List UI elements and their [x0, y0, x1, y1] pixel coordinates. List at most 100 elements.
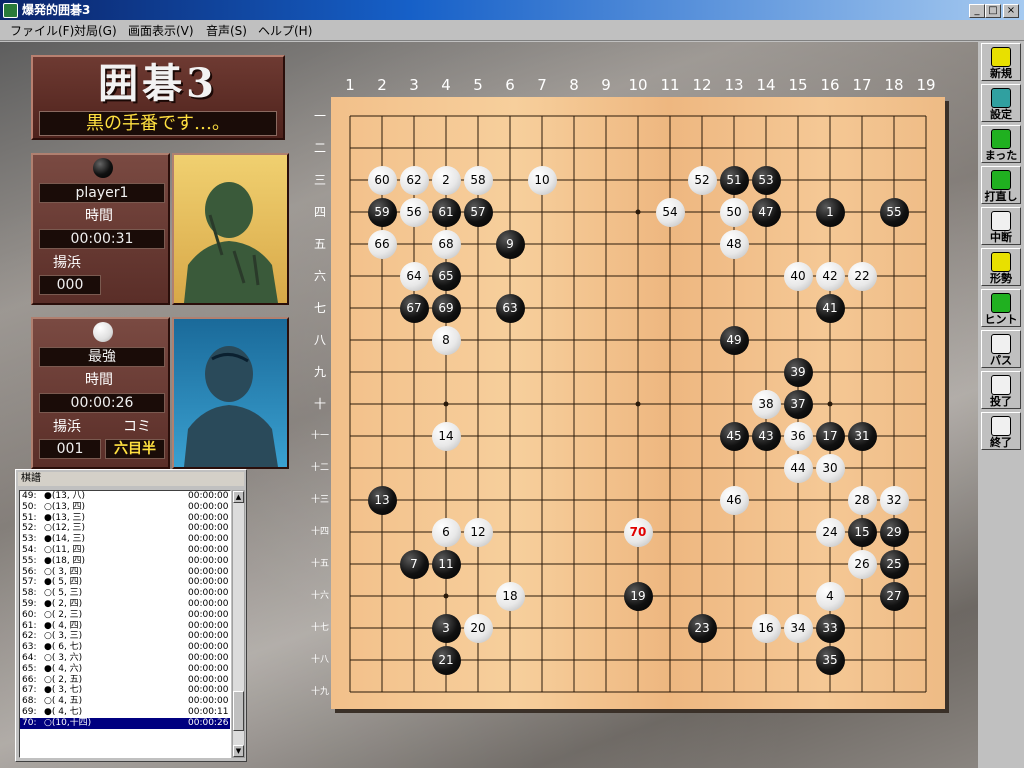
- hint-button[interactable]: ヒント: [981, 289, 1021, 327]
- black-stone: 45: [719, 421, 749, 451]
- kifu-row[interactable]: 55: ●(18, 四) 00:00:00: [20, 556, 230, 567]
- hand-icon: [991, 416, 1011, 436]
- scroll-up-icon[interactable]: ▲: [233, 491, 244, 503]
- black-stone: 41: [815, 293, 845, 323]
- settings-button[interactable]: 設定: [981, 84, 1021, 122]
- title-bar: 爆発的囲碁3 _ □ ×: [0, 0, 1024, 21]
- white-stone: 62: [399, 165, 429, 195]
- white-stone: 42: [815, 261, 845, 291]
- kifu-row[interactable]: 69: ●( 4, 七) 00:00:11: [20, 707, 230, 718]
- kifu-row[interactable]: 51: ●(13, 三) 00:00:00: [20, 513, 230, 524]
- black-stone: 51: [719, 165, 749, 195]
- white-stone: 46: [719, 485, 749, 515]
- kifu-row[interactable]: 62: ○( 3, 三) 00:00:00: [20, 631, 230, 642]
- menu-sound[interactable]: 音声(S): [206, 23, 247, 39]
- scroll-down-icon[interactable]: ▼: [233, 745, 244, 757]
- white-stone: 32: [879, 485, 909, 515]
- hint-label: ヒント: [984, 313, 1018, 326]
- white-player-portrait: [172, 317, 289, 469]
- kifu-row[interactable]: 49: ●(13, 八) 00:00:00: [20, 491, 230, 502]
- kifu-row[interactable]: 50: ○(13, 四) 00:00:00: [20, 502, 230, 513]
- board-icon: [991, 252, 1011, 272]
- white-stone: 38: [751, 389, 781, 419]
- pause-button[interactable]: 中断: [981, 207, 1021, 245]
- kifu-time: 00:00:00: [188, 642, 229, 653]
- menu-help[interactable]: ヘルプ(H): [258, 23, 312, 39]
- kifu-row[interactable]: 61: ●( 4, 四) 00:00:00: [20, 621, 230, 632]
- column-label: 2: [377, 76, 387, 94]
- quit-button[interactable]: 終了: [981, 412, 1021, 450]
- kifu-move: ●(18, 四): [44, 555, 86, 566]
- white-stone: 10: [527, 165, 557, 195]
- flag-icon: [991, 375, 1011, 395]
- star-point: [827, 401, 833, 407]
- row-label: 十三: [310, 495, 329, 505]
- quit-label: 終了: [990, 436, 1012, 449]
- kifu-row[interactable]: 67: ●( 3, 七) 00:00:00: [20, 685, 230, 696]
- kifu-title: 棋譜: [18, 472, 244, 486]
- row-label: 二: [313, 141, 326, 155]
- kifu-row[interactable]: 57: ●( 5, 四) 00:00:00: [20, 577, 230, 588]
- go-board[interactable]: 60 62 2 58 10 52 51 53 59 56 61 57 54 50 47 1 55 66 68 9 48 6…: [331, 97, 945, 709]
- kifu-row[interactable]: 65: ●( 4, 六) 00:00:00: [20, 664, 230, 675]
- redo-icon: [991, 170, 1011, 190]
- kifu-row[interactable]: 52: ○(12, 三) 00:00:00: [20, 523, 230, 534]
- kifu-row[interactable]: 63: ●( 6, 七) 00:00:00: [20, 642, 230, 653]
- app-icon[interactable]: [3, 3, 18, 18]
- white-captures-label: 揚浜: [53, 419, 81, 435]
- game-logo-panel: 囲碁3 黒の手番です…。: [31, 55, 285, 140]
- redo-button[interactable]: 打直し: [981, 166, 1021, 204]
- kifu-time: 00:00:00: [188, 577, 229, 588]
- column-label: 1: [345, 76, 355, 94]
- undo-button[interactable]: まった: [981, 125, 1021, 163]
- kifu-move: ●( 6, 七): [44, 642, 83, 653]
- resign-button[interactable]: 投了: [981, 371, 1021, 409]
- settings-icon: [991, 88, 1011, 108]
- kifu-time: 00:00:00: [188, 598, 229, 609]
- black-stone-icon: [93, 158, 113, 178]
- kifu-time: 00:00:00: [188, 674, 229, 685]
- kifu-scrollbar[interactable]: ▲ ▼: [232, 490, 245, 758]
- scroll-thumb[interactable]: [233, 691, 244, 731]
- kifu-row[interactable]: 68: ○( 4, 五) 00:00:00: [20, 696, 230, 707]
- menu-game[interactable]: 対局(G): [74, 23, 117, 39]
- black-stone: 23: [687, 613, 717, 643]
- kifu-time: 00:00:00: [188, 588, 229, 599]
- column-label: 17: [852, 76, 872, 94]
- white-stone: 36: [783, 421, 813, 451]
- black-stone: 21: [431, 645, 461, 675]
- white-stone: 4: [815, 581, 845, 611]
- kifu-move: ○(13, 四): [44, 501, 86, 512]
- kifu-num: 70:: [22, 717, 37, 728]
- kifu-row[interactable]: 64: ○( 3, 六) 00:00:00: [20, 653, 230, 664]
- maximize-button[interactable]: □: [985, 4, 1001, 18]
- kifu-num: 59:: [22, 598, 37, 609]
- kifu-row[interactable]: 59: ●( 2, 四) 00:00:00: [20, 599, 230, 610]
- kifu-row[interactable]: 60: ○( 2, 三) 00:00:00: [20, 610, 230, 621]
- black-stone: 13: [367, 485, 397, 515]
- new-button[interactable]: 新規: [981, 43, 1021, 81]
- kifu-row[interactable]: 53: ●(14, 三) 00:00:00: [20, 534, 230, 545]
- menu-view[interactable]: 画面表示(V): [128, 23, 194, 39]
- white-captures: 001: [39, 439, 101, 459]
- kifu-move: ●(13, 八): [44, 491, 86, 501]
- kifu-num: 65:: [22, 663, 37, 674]
- position-button[interactable]: 形勢: [981, 248, 1021, 286]
- kifu-row[interactable]: 70: ○(10,十四) 00:00:26: [20, 717, 230, 729]
- undo-label: まった: [984, 149, 1018, 162]
- pass-button[interactable]: パス: [981, 330, 1021, 368]
- kifu-row[interactable]: 58: ○( 5, 三) 00:00:00: [20, 588, 230, 599]
- kifu-list[interactable]: 49: ●(13, 八) 00:00:00 50: ○(13, 四) 00:00:00 51…: [19, 490, 231, 758]
- kifu-row[interactable]: 56: ○( 3, 四) 00:00:00: [20, 567, 230, 578]
- kifu-row[interactable]: 54: ○(11, 四) 00:00:00: [20, 545, 230, 556]
- row-label: 十八: [310, 655, 329, 665]
- minimize-button[interactable]: _: [969, 4, 985, 18]
- kifu-num: 56:: [22, 566, 37, 577]
- kifu-time: 00:00:00: [188, 696, 229, 707]
- menu-file[interactable]: ファイル(F): [10, 23, 74, 39]
- kifu-row[interactable]: 66: ○( 2, 五) 00:00:00: [20, 675, 230, 686]
- black-time-label: 時間: [85, 208, 113, 224]
- column-label: 18: [884, 76, 904, 94]
- close-button[interactable]: ×: [1003, 4, 1019, 18]
- position-label: 形勢: [990, 272, 1012, 285]
